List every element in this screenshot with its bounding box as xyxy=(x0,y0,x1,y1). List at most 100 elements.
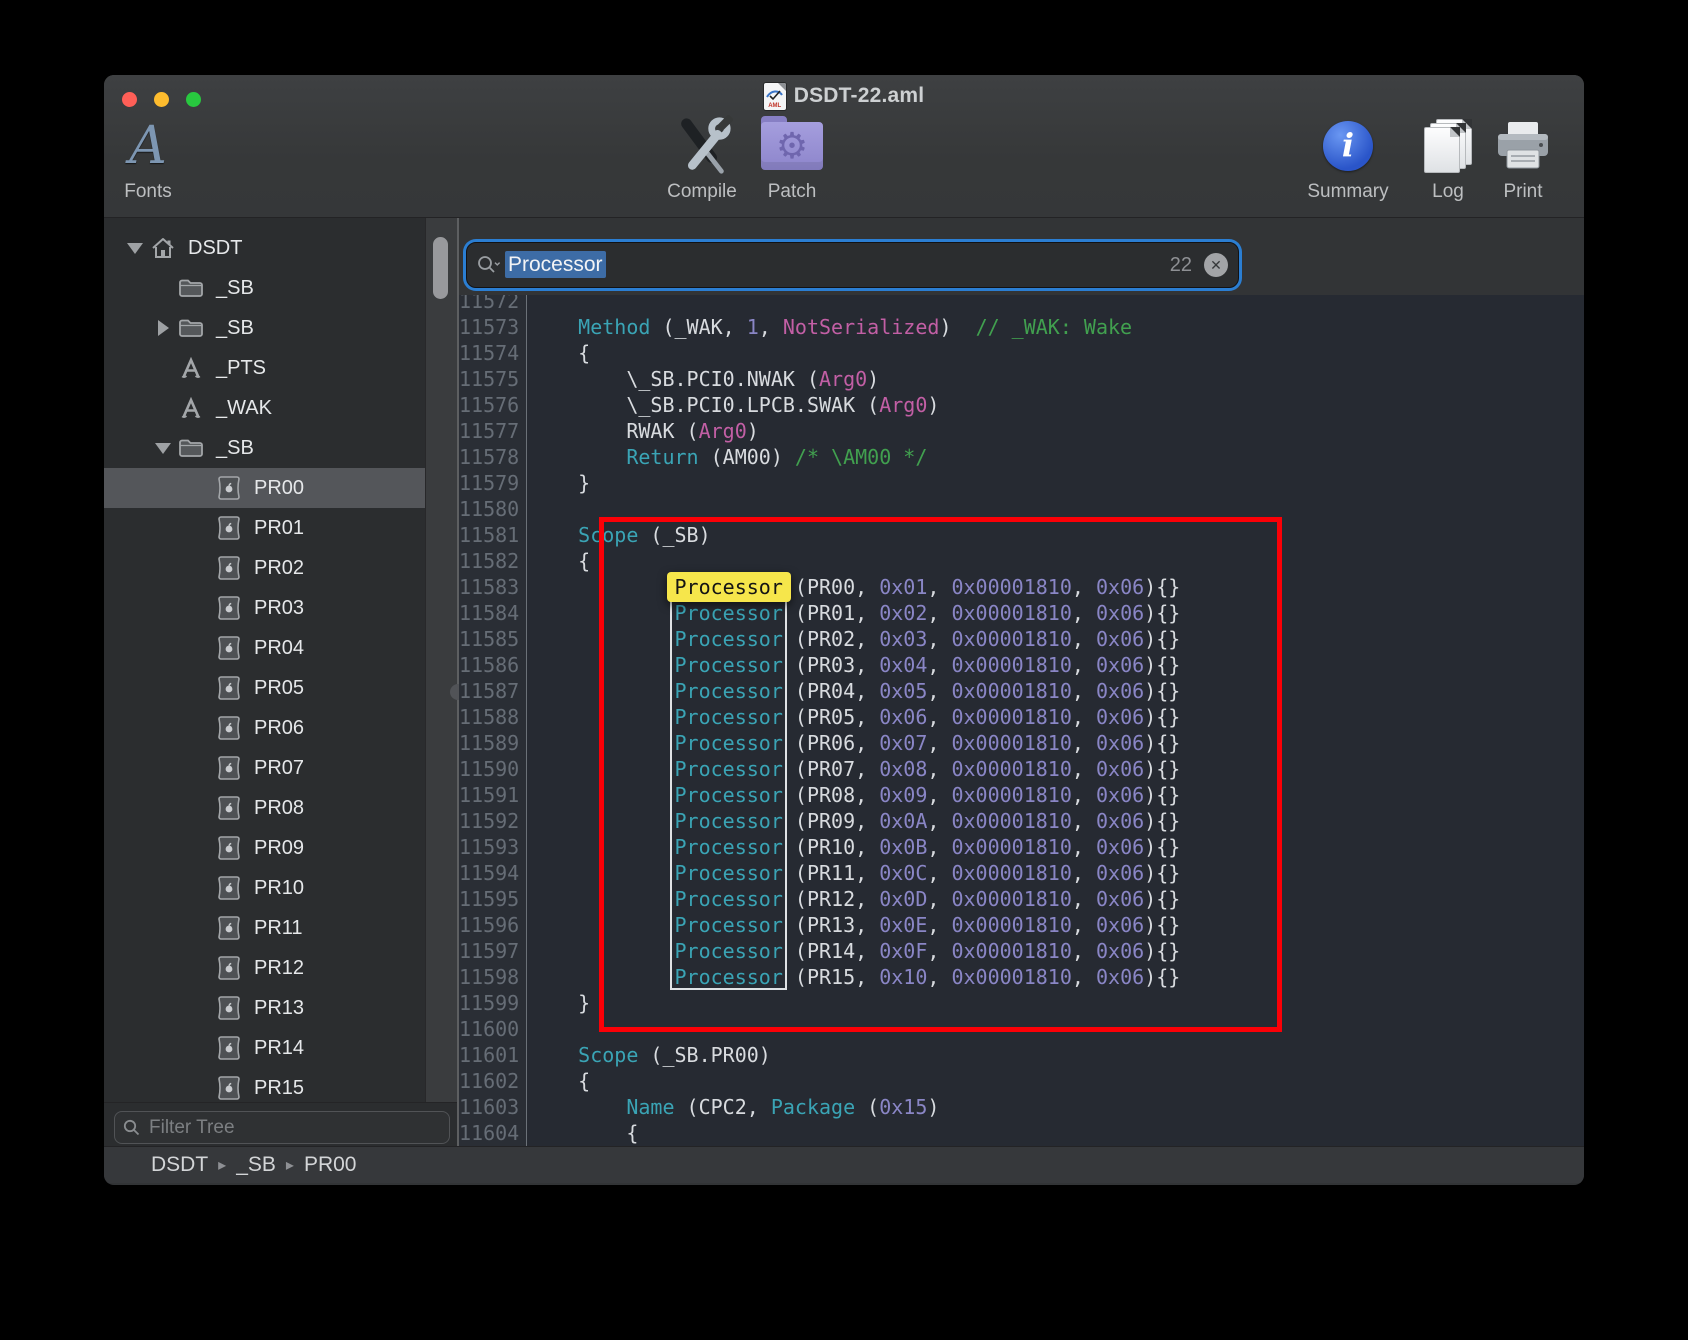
filter-row xyxy=(104,1102,459,1146)
tree-item-PR13[interactable]: PR13 xyxy=(104,988,425,1028)
device-icon xyxy=(212,556,246,580)
device-icon xyxy=(212,1036,246,1060)
device-icon xyxy=(212,956,246,980)
device-icon xyxy=(212,996,246,1020)
code-line: 11578 Return (AM00) /* \AM00 */ xyxy=(459,444,1584,470)
line-number: 11590 xyxy=(459,756,527,782)
tree-item-PR02[interactable]: PR02 xyxy=(104,548,425,588)
breadcrumb-item-DSDT[interactable]: DSDT xyxy=(151,1153,208,1177)
line-number: 11572 xyxy=(459,295,527,314)
device-icon xyxy=(212,836,246,860)
line-number: 11589 xyxy=(459,730,527,756)
search-icon xyxy=(123,1119,140,1136)
tree-item-label: PR03 xyxy=(254,597,304,620)
code-line: 11577 RWAK (Arg0) xyxy=(459,418,1584,444)
line-number: 11598 xyxy=(459,964,527,990)
line-number: 11595 xyxy=(459,886,527,912)
line-number: 11592 xyxy=(459,808,527,834)
toolbar-item-patch[interactable]: ⚙ Patch xyxy=(717,115,867,203)
tree-item-PR07[interactable]: PR07 xyxy=(104,748,425,788)
document-proxy-icon[interactable]: AML xyxy=(764,83,786,110)
sidebar-scrollbar-thumb[interactable] xyxy=(433,237,448,299)
device-icon xyxy=(212,716,246,740)
print-icon xyxy=(1448,115,1584,177)
line-number: 11574 xyxy=(459,340,527,366)
line-number: 11583 xyxy=(459,574,527,600)
toolbar-item-print[interactable]: Print xyxy=(1448,115,1584,203)
tree-item-PR09[interactable]: PR09 xyxy=(104,828,425,868)
toolbar-item-fonts[interactable]: AFonts xyxy=(104,115,223,203)
breadcrumb-item-_SB[interactable]: _SB xyxy=(236,1153,276,1177)
tree-item-label: _SB xyxy=(216,437,254,460)
tree-item-PR12[interactable]: PR12 xyxy=(104,948,425,988)
tree-item-PR03[interactable]: PR03 xyxy=(104,588,425,628)
filter-tree-input[interactable] xyxy=(147,1116,441,1140)
method-icon xyxy=(174,357,208,379)
line-number: 11602 xyxy=(459,1068,527,1094)
tree-item-PR10[interactable]: PR10 xyxy=(104,868,425,908)
line-number: 11603 xyxy=(459,1094,527,1120)
line-number: 11591 xyxy=(459,782,527,808)
tree-item-label: PR01 xyxy=(254,517,304,540)
current-find-highlight: Processor xyxy=(667,572,791,602)
line-number: 11596 xyxy=(459,912,527,938)
code-line: 11575 \_SB.PCI0.NWAK (Arg0) xyxy=(459,366,1584,392)
tree-item-PR08[interactable]: PR08 xyxy=(104,788,425,828)
device-icon xyxy=(212,796,246,820)
code-line: 11574 { xyxy=(459,340,1584,366)
tree-item-label: PR14 xyxy=(254,1037,304,1060)
editor-pane: Processor 22 ✕ Done xyxy=(459,218,1584,1146)
line-number: 11575 xyxy=(459,366,527,392)
tree-item-label: PR08 xyxy=(254,797,304,820)
disclosure-down-icon[interactable] xyxy=(127,243,143,254)
tree-item-_SB[interactable]: _SB xyxy=(104,428,425,468)
filter-field[interactable] xyxy=(114,1111,450,1144)
tree-item-PR05[interactable]: PR05 xyxy=(104,668,425,708)
search-input[interactable]: Processor 22 ✕ xyxy=(466,242,1239,288)
disclosure-down-icon[interactable] xyxy=(155,443,171,454)
tree-item-PR14[interactable]: PR14 xyxy=(104,1028,425,1068)
code-line: 11604 { xyxy=(459,1120,1584,1146)
tree-item-PR00[interactable]: PR00 xyxy=(104,468,425,508)
device-icon xyxy=(212,916,246,940)
tree-item-PR01[interactable]: PR01 xyxy=(104,508,425,548)
line-number: 11593 xyxy=(459,834,527,860)
line-number: 11594 xyxy=(459,860,527,886)
fonts-icon: A xyxy=(104,115,223,177)
match-count: 22 xyxy=(1170,254,1192,277)
device-icon xyxy=(212,876,246,900)
line-number: 11601 xyxy=(459,1042,527,1068)
disclosure-right-icon[interactable] xyxy=(158,320,169,336)
tree-item-_SB[interactable]: _SB xyxy=(104,308,425,348)
line-number: 11586 xyxy=(459,652,527,678)
tree-item-PR11[interactable]: PR11 xyxy=(104,908,425,948)
device-icon xyxy=(212,756,246,780)
line-number: 11604 xyxy=(459,1120,527,1146)
tree-item-PR04[interactable]: PR04 xyxy=(104,628,425,668)
dsdt-tree: DSDT _SB _SB _PTS _WAK _SB PR00 PR01 xyxy=(104,228,425,1102)
tree-item-PR06[interactable]: PR06 xyxy=(104,708,425,748)
line-number: 11588 xyxy=(459,704,527,730)
clear-search-icon[interactable]: ✕ xyxy=(1204,253,1228,277)
tree-item-_SB[interactable]: _SB xyxy=(104,268,425,308)
method-icon xyxy=(174,397,208,419)
tree-item-label: PR04 xyxy=(254,637,304,660)
breadcrumb-item-PR00[interactable]: PR00 xyxy=(304,1153,357,1177)
code-line: 11573 Method (_WAK, 1, NotSerialized) //… xyxy=(459,314,1584,340)
code-editor[interactable]: 1157211573 Method (_WAK, 1, NotSerialize… xyxy=(459,295,1584,1146)
status-bar: DSDT▸_SB▸PR00 xyxy=(104,1146,1584,1183)
search-menu-icon[interactable] xyxy=(477,254,501,276)
line-number: 11576 xyxy=(459,392,527,418)
tree-item-_WAK[interactable]: _WAK xyxy=(104,388,425,428)
device-icon xyxy=(212,676,246,700)
window-title: DSDT-22.aml xyxy=(794,84,925,108)
tree-item-DSDT[interactable]: DSDT xyxy=(104,228,425,268)
search-query-text: Processor xyxy=(505,253,1166,277)
line-number: 11578 xyxy=(459,444,527,470)
tree-item-PR15[interactable]: PR15 xyxy=(104,1068,425,1102)
tree-item-_PTS[interactable]: _PTS xyxy=(104,348,425,388)
line-number: 11587 xyxy=(459,678,527,704)
sidebar-scrollbar-track[interactable] xyxy=(425,218,457,1102)
window-chrome: AML DSDT-22.aml AFonts Compile ⚙ Patch i… xyxy=(104,75,1584,218)
tree-item-label: DSDT xyxy=(188,237,242,260)
